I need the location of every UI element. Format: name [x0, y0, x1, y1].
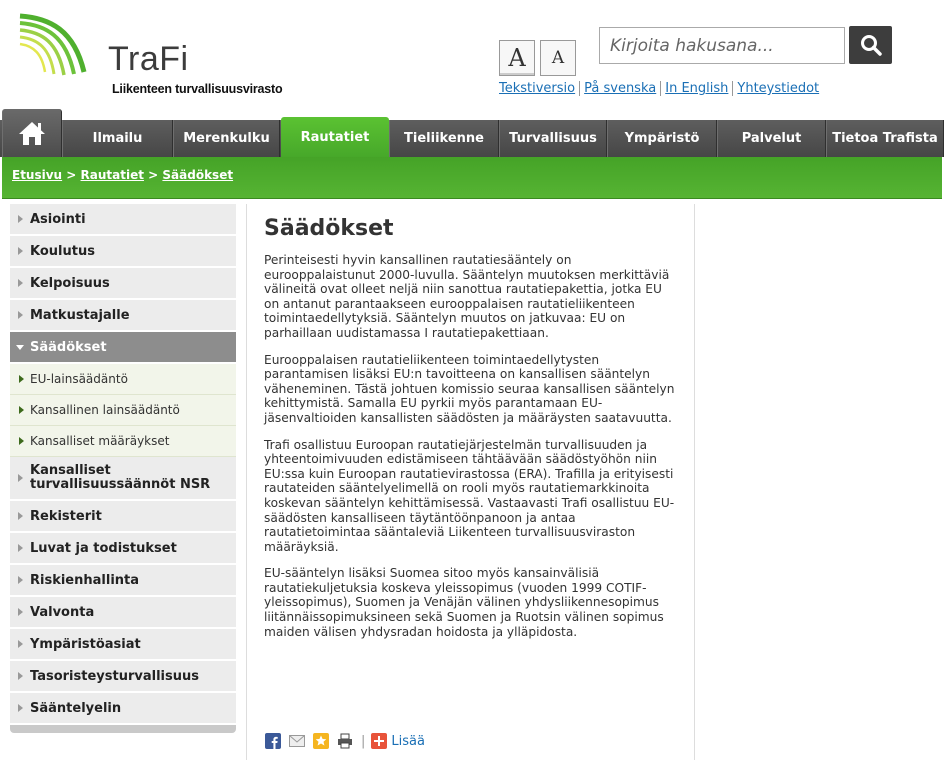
chevron-right-icon: [18, 512, 23, 520]
chevron-right-icon: [18, 474, 23, 482]
main-nav: Ilmailu Merenkulku Rautatiet Tieliikenne…: [0, 109, 944, 157]
breadcrumb: Etusivu > Rautatiet > Säädökset: [12, 168, 234, 182]
search-input[interactable]: [599, 27, 845, 64]
tab-turvallisuus[interactable]: Turvallisuus: [499, 120, 607, 157]
chevron-right-icon: [18, 215, 23, 223]
font-size-large-button[interactable]: A: [499, 40, 535, 76]
chevron-right-icon: [18, 640, 23, 648]
sidebar-item-rekisterit[interactable]: Rekisterit: [10, 501, 236, 533]
page-title: Säädökset: [264, 216, 394, 241]
sidebar-item-nsr[interactable]: Kansalliset turvallisuussäännöt NSR: [10, 457, 236, 501]
chevron-down-icon: [16, 345, 24, 350]
sidebar-item-kelpoisuus[interactable]: Kelpoisuus: [10, 268, 236, 300]
font-size-small-button[interactable]: A: [540, 40, 576, 76]
sidebar-item-koulutus[interactable]: Koulutus: [10, 236, 236, 268]
breadcrumb-rautatiet[interactable]: Rautatiet: [81, 168, 144, 182]
favorite-star-icon[interactable]: [313, 733, 329, 749]
tab-merenkulku[interactable]: Merenkulku: [173, 120, 280, 157]
chevron-right-icon: [18, 247, 23, 255]
breadcrumb-saadokset[interactable]: Säädökset: [162, 168, 233, 182]
sidebar-subitem-kansallinen-lainsaadanto[interactable]: Kansallinen lainsäädäntö: [10, 395, 236, 426]
link-contact[interactable]: Yhteystiedot: [737, 81, 819, 96]
email-icon[interactable]: [289, 733, 305, 749]
tab-tietoa-trafista[interactable]: Tietoa Trafista: [826, 120, 944, 157]
chevron-right-icon: [18, 544, 23, 552]
breadcrumb-bar: Etusivu > Rautatiet > Säädökset: [2, 157, 942, 199]
column-divider: [246, 204, 247, 760]
share-more-link[interactable]: Lisää: [391, 734, 425, 749]
column-divider: [694, 204, 695, 760]
chevron-right-icon: [19, 406, 24, 414]
tab-tieliikenne[interactable]: Tieliikenne: [389, 120, 499, 157]
sidebar-item-tasoristeysturvallisuus[interactable]: Tasoristeysturvallisuus: [10, 661, 236, 693]
share-separator: |: [361, 733, 366, 749]
sidebar-item-saadokset[interactable]: Säädökset: [10, 332, 236, 364]
sidebar-item-ymparistoasiat[interactable]: Ympäristöasiat: [10, 629, 236, 661]
sidebar-subitem-kansalliset-maaraykset[interactable]: Kansalliset määräykset: [10, 426, 236, 457]
link-swedish[interactable]: På svenska: [584, 81, 656, 96]
trafi-logo[interactable]: TraFi Liikenteen turvallisuusvirasto: [16, 12, 286, 96]
tab-home[interactable]: [2, 109, 62, 157]
sidebar-subitem-eu-lainsaadanto[interactable]: EU-lainsäädäntö: [10, 364, 236, 395]
chevron-right-icon: [18, 608, 23, 616]
tab-ilmailu[interactable]: Ilmailu: [62, 120, 173, 157]
share-bar: | Lisää: [265, 733, 425, 749]
chevron-right-icon: [18, 279, 23, 287]
top-links: Tekstiversio På svenska In English Yhtey…: [499, 81, 819, 96]
paragraph: Trafi osallistuu Euroopan rautatiejärjes…: [264, 437, 675, 554]
divider: [732, 81, 734, 96]
divider: [660, 81, 662, 96]
sidebar-item-asiointi[interactable]: Asiointi: [10, 204, 236, 236]
paragraph: EU-sääntelyn lisäksi Suomea sitoo myös k…: [264, 566, 664, 639]
sidebar-footer: [10, 725, 236, 733]
home-icon: [19, 122, 45, 145]
chevron-right-icon: [18, 576, 23, 584]
chevron-right-icon: [19, 375, 24, 383]
main-content: Säädökset Perinteisesti hyvin kansalline…: [264, 216, 680, 651]
search-button[interactable]: [849, 26, 892, 64]
chevron-right-icon: [18, 672, 23, 680]
chevron-right-icon: [19, 437, 24, 445]
add-more-icon[interactable]: [371, 733, 388, 749]
tab-ymparisto[interactable]: Ympäristö: [607, 120, 717, 157]
chevron-right-icon: [18, 311, 23, 319]
sidebar-item-saantelyelin[interactable]: Sääntelyelin: [10, 693, 236, 725]
logo-subtitle: Liikenteen turvallisuusvirasto: [112, 82, 283, 96]
divider: [579, 81, 581, 96]
logo-name: TraFi: [108, 40, 189, 78]
sidebar-item-matkustajalle[interactable]: Matkustajalle: [10, 300, 236, 332]
paragraph: Perinteisesti hyvin kansallinen rautatie…: [264, 253, 670, 340]
tab-palvelut[interactable]: Palvelut: [717, 120, 826, 157]
paragraph: Eurooppalaisen rautatieliikenteen toimin…: [264, 352, 675, 425]
link-text-version[interactable]: Tekstiversio: [499, 81, 575, 96]
sidebar: Asiointi Koulutus Kelpoisuus Matkustajal…: [10, 204, 236, 733]
sidebar-item-luvat[interactable]: Luvat ja todistukset: [10, 533, 236, 565]
facebook-icon[interactable]: [265, 733, 281, 749]
tab-rautatiet[interactable]: Rautatiet: [281, 117, 389, 157]
sidebar-item-riskienhallinta[interactable]: Riskienhallinta: [10, 565, 236, 597]
print-icon[interactable]: [337, 733, 353, 749]
search-icon: [860, 35, 882, 56]
chevron-right-icon: [18, 704, 23, 712]
logo-swoosh-icon: [19, 13, 87, 76]
sidebar-item-valvonta[interactable]: Valvonta: [10, 597, 236, 629]
breadcrumb-etusivu[interactable]: Etusivu: [12, 168, 62, 182]
link-english[interactable]: In English: [665, 81, 728, 96]
